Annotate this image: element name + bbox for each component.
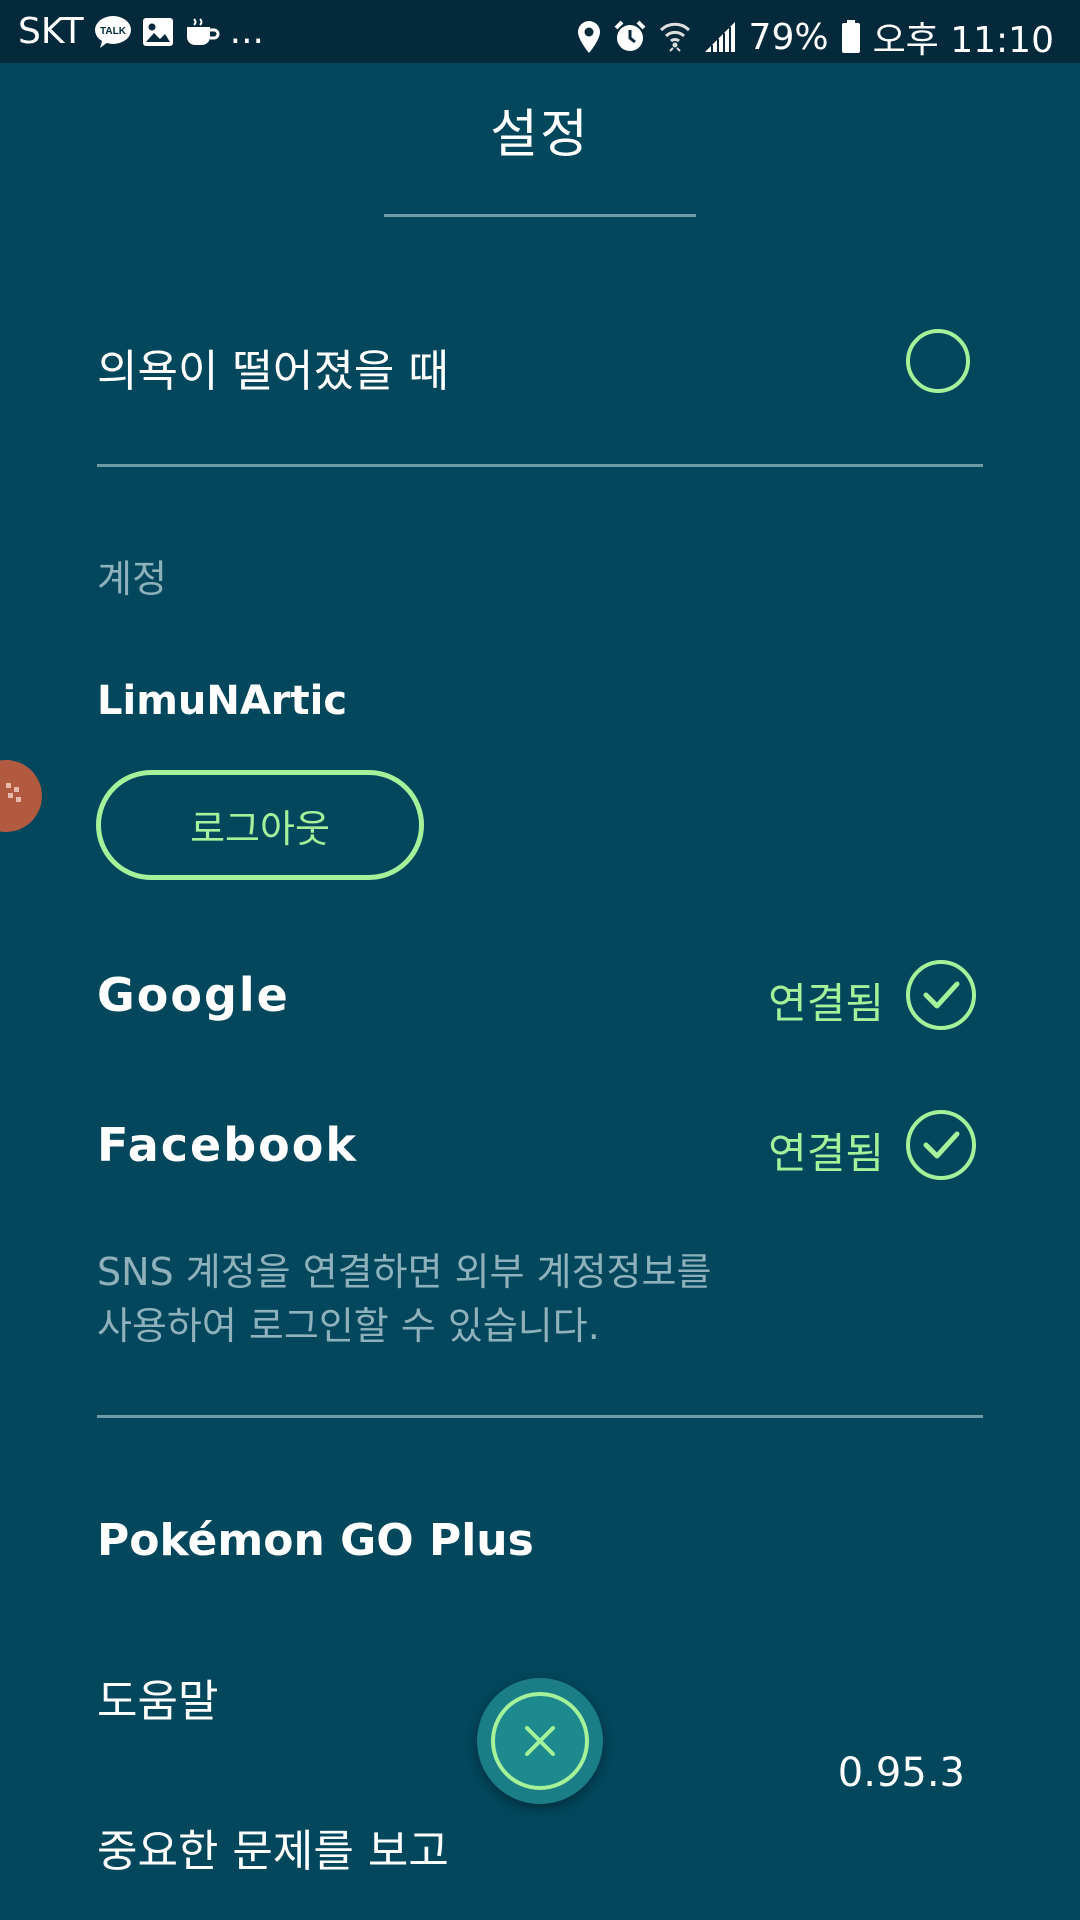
status-bar: SKT TALK ... 79% 오후 11:10 xyxy=(0,0,1080,63)
signal-icon xyxy=(703,21,737,53)
status-bar-left: SKT TALK ... xyxy=(18,11,264,52)
account-section-label: 계정 xyxy=(97,557,167,601)
kakaotalk-icon: TALK xyxy=(94,15,132,49)
location-icon xyxy=(577,20,601,54)
clock: 오후 11:10 xyxy=(872,20,1054,61)
divider xyxy=(97,464,983,467)
low-motivation-toggle[interactable] xyxy=(906,329,970,393)
svg-text:TALK: TALK xyxy=(100,26,127,37)
title-underline xyxy=(384,214,696,217)
close-icon xyxy=(525,1726,555,1756)
more-notifications-indicator: ... xyxy=(229,11,264,52)
gallery-icon xyxy=(142,17,174,47)
google-connected-status: 연결됨 xyxy=(768,979,884,1028)
provider-google-label: Google xyxy=(97,968,290,1022)
help-item[interactable]: 도움말 xyxy=(97,1665,218,1729)
low-motivation-label: 의욕이 떨어졌을 때 xyxy=(97,346,449,397)
provider-facebook-label: Facebook xyxy=(97,1118,358,1172)
sns-note-line-1: SNS 계정을 연결하면 외부 계정정보를 xyxy=(97,1250,712,1294)
logout-button-label: 로그아웃 xyxy=(190,806,330,851)
battery-percent: 79% xyxy=(748,16,829,58)
facebook-connected-status: 연결됨 xyxy=(768,1129,884,1178)
app-version: 0.95.3 xyxy=(837,1750,965,1796)
logout-button[interactable]: 로그아웃 xyxy=(96,770,424,880)
facebook-connected-toggle[interactable] xyxy=(906,1110,976,1180)
google-connected-toggle[interactable] xyxy=(906,960,976,1030)
sns-link-note: SNS 계정을 연결하면 외부 계정정보를 사용하여 로그인할 수 있습니다. xyxy=(97,1245,857,1353)
battery-icon xyxy=(841,20,861,54)
sns-note-line-2: 사용하여 로그인할 수 있습니다. xyxy=(97,1304,600,1348)
check-icon xyxy=(923,981,960,1009)
page-title: 설정 xyxy=(490,105,590,165)
check-icon xyxy=(923,1131,960,1159)
account-username: LimuNArtic xyxy=(97,678,348,724)
pokemon-go-plus-item[interactable]: Pokémon GO Plus xyxy=(97,1515,534,1566)
close-button-ring xyxy=(491,1692,589,1790)
report-issue-item[interactable]: 중요한 문제를 보고 xyxy=(97,1815,449,1879)
carrier-name: SKT xyxy=(18,11,84,52)
alarm-icon xyxy=(613,20,647,54)
divider xyxy=(97,1415,983,1418)
status-bar-right: 79% 오후 11:10 xyxy=(577,11,1054,63)
wifi-icon xyxy=(659,20,691,54)
coffee-icon xyxy=(184,17,220,47)
side-drawer-handle[interactable] xyxy=(0,760,42,832)
close-button[interactable] xyxy=(477,1678,603,1804)
